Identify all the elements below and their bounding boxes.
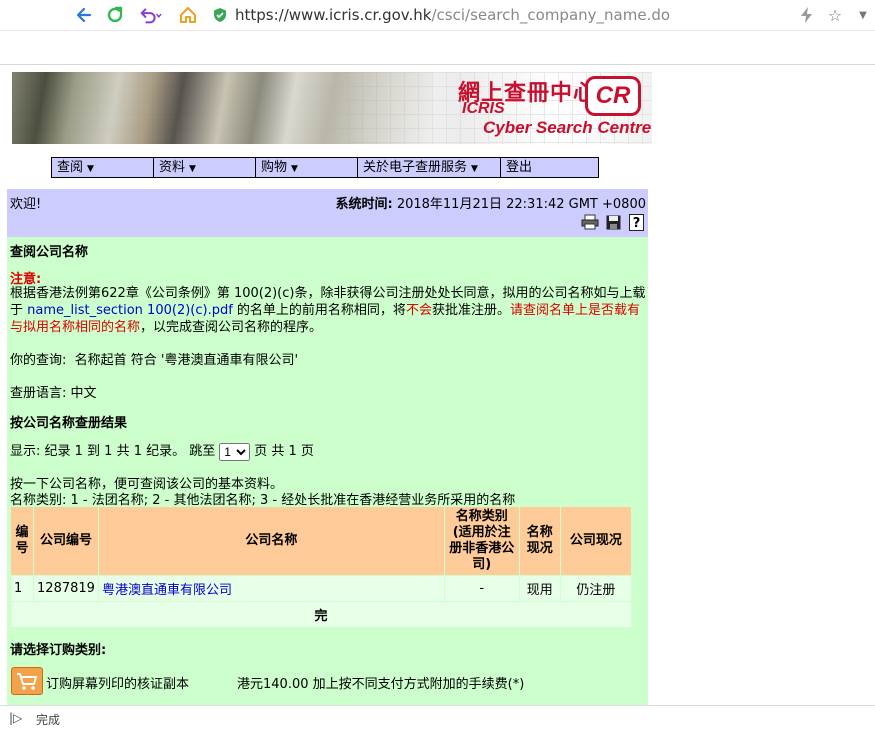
- notice-paragraph: 根据香港法例第622章《公司条例》第 100(2)(c)条，除非获得公司注册处处…: [10, 286, 646, 335]
- chevron-down-icon: ▼: [189, 164, 196, 174]
- page-heading: 查阅公司名称: [10, 245, 89, 260]
- url-path: /csci/search_company_name.do: [431, 5, 671, 24]
- results-table: 编号 公司编号 公司名称 名称类别(适用於注册非香港公司) 名称现况 公司现况 …: [10, 506, 632, 628]
- query-line: 你的查询: 名称起首 符合 '粤港澳直通車有限公司': [10, 353, 299, 368]
- browser-status-bar: |▷ 完成: [0, 705, 875, 731]
- svg-text:?: ?: [632, 216, 640, 231]
- banner-title-en-1: ICRIS: [462, 100, 505, 117]
- col-header-company-no: 公司编号: [34, 507, 99, 575]
- order-heading: 请选择订购类别:: [10, 643, 107, 658]
- cell-no: 1: [11, 576, 34, 601]
- reload-icon[interactable]: [103, 3, 127, 27]
- menu-logout[interactable]: 登出: [501, 158, 598, 177]
- col-header-name-status: 名称现况: [519, 507, 560, 575]
- address-bar[interactable]: https://www.icris.cr.gov.hk/csci/search_…: [212, 1, 670, 28]
- dropdown-chevron-icon[interactable]: ▼: [851, 3, 875, 27]
- chevron-down-icon: ▼: [291, 164, 298, 174]
- language-line: 查册语言: 中文: [10, 386, 97, 401]
- help-icon[interactable]: ?: [627, 213, 645, 231]
- home-icon[interactable]: [176, 3, 200, 27]
- undo-history-icon[interactable]: [138, 3, 162, 27]
- sidebar-toggle-icon[interactable]: |▷: [9, 711, 22, 725]
- cr-logo: CR: [585, 76, 641, 116]
- company-name-link[interactable]: 粤港澳直通車有限公司: [102, 583, 232, 598]
- bookmark-bar: [0, 31, 875, 65]
- browser-toolbar: https://www.icris.cr.gov.hk/csci/search_…: [0, 0, 875, 31]
- secure-shield-icon: [212, 7, 228, 23]
- url-host: https://www.icris.cr.gov.hk: [235, 5, 432, 24]
- col-header-name-type: 名称类别(适用於注册非香港公司): [444, 507, 519, 575]
- table-header-row: 编号 公司编号 公司名称 名称类别(适用於注册非香港公司) 名称现况 公司现况: [11, 507, 631, 575]
- star-bookmark-icon[interactable]: ☆: [823, 3, 847, 27]
- banner-photo-collage: [12, 72, 432, 144]
- col-header-no: 编号: [11, 507, 34, 575]
- order-item-label[interactable]: 订购屏幕列印的核证副本: [46, 673, 189, 692]
- print-icon[interactable]: [581, 213, 599, 231]
- table-row: 1 1287819 粤港澳直通車有限公司 - 现用 仍注册: [11, 576, 631, 601]
- col-header-company-status: 公司现况: [560, 507, 631, 575]
- icris-banner: 網上查冊中心 CR ICRIS Cyber Search Centre: [12, 72, 652, 144]
- chevron-down-icon: ▼: [471, 164, 478, 174]
- cell-name-status: 现用: [519, 576, 560, 601]
- table-end-row: 完: [11, 602, 631, 627]
- back-icon[interactable]: [72, 3, 96, 27]
- cell-company-status: 仍注册: [560, 576, 631, 601]
- banner-title-en-2: Cyber Search Centre: [483, 118, 652, 137]
- save-icon[interactable]: [604, 213, 622, 231]
- name-list-pdf-link[interactable]: name_list_section 100(2)(c).pdf: [27, 303, 233, 318]
- system-time: 系统时间: 2018年11月21日 22:31:42 GMT +0800: [335, 197, 646, 212]
- page-jump-select[interactable]: 1: [219, 442, 251, 461]
- status-text: 完成: [36, 713, 61, 727]
- menu-shopping[interactable]: 购物 ▼: [256, 158, 358, 177]
- col-header-company-name: 公司名称: [99, 507, 444, 575]
- lightning-icon[interactable]: [795, 3, 819, 27]
- pagination-line: 显示: 纪录 1 到 1 共 1 纪录。 跳至 1 页 共 1 页: [10, 440, 314, 461]
- web-page: 網上查冊中心 CR ICRIS Cyber Search Centre 查阅 ▼ …: [0, 65, 875, 705]
- main-content: 欢迎! 系统时间: 2018年11月21日 22:31:42 GMT +0800…: [7, 189, 648, 705]
- order-item-price: 港元140.00 加上按不同支付方式附加的手续费(*): [237, 677, 525, 692]
- chevron-down-icon: ▼: [87, 164, 94, 174]
- welcome-bar: 欢迎! 系统时间: 2018年11月21日 22:31:42 GMT +0800…: [7, 189, 648, 237]
- welcome-text: 欢迎!: [10, 197, 42, 212]
- cell-name-type: -: [444, 576, 519, 601]
- shopping-cart-icon[interactable]: [11, 667, 43, 695]
- end-marker: 完: [11, 602, 631, 627]
- cell-company-no: 1287819: [34, 576, 99, 601]
- menu-info[interactable]: 资料 ▼: [154, 158, 256, 177]
- menu-search[interactable]: 查阅 ▼: [52, 158, 154, 177]
- results-heading: 按公司名称查册结果: [10, 416, 128, 431]
- cell-company-name: 粤港澳直通車有限公司: [99, 576, 444, 601]
- main-menu: 查阅 ▼ 资料 ▼ 购物 ▼ 关於电子查册服务 ▼ 登出: [51, 157, 599, 178]
- menu-about[interactable]: 关於电子查册服务 ▼: [358, 158, 501, 177]
